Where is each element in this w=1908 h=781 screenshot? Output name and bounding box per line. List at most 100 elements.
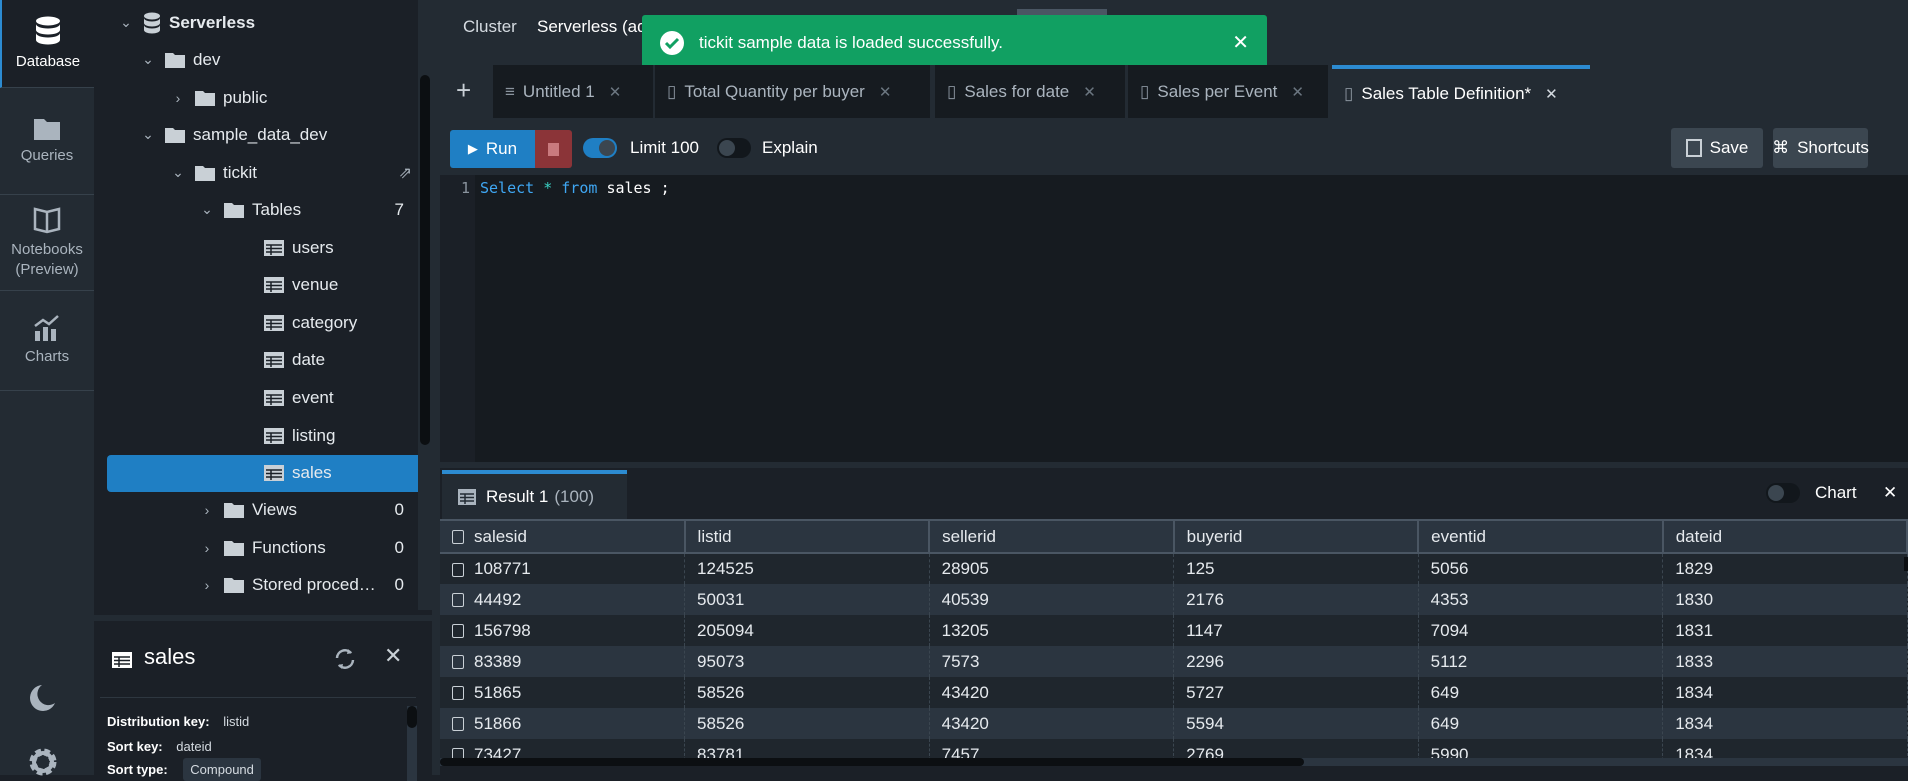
column-header[interactable]: eventid <box>1418 519 1664 554</box>
table-row[interactable]: 44492 50031 40539 2176 4353 1830 <box>440 584 1908 615</box>
sql-code[interactable]: Select * from sales ; <box>480 179 670 197</box>
save-button[interactable]: Save <box>1671 128 1763 168</box>
tree-item-tables-group[interactable]: ⌄ Tables 7 <box>94 191 424 228</box>
limit-toggle[interactable] <box>583 138 617 158</box>
tree-item-db-root[interactable]: ⌄ Serverless <box>94 4 424 41</box>
close-tab-icon[interactable]: ✕ <box>879 83 892 101</box>
row-checkbox[interactable] <box>452 593 464 608</box>
cell-value: 43420 <box>941 713 989 733</box>
chevron-down-icon[interactable]: ⌄ <box>139 51 157 68</box>
cell-value: 50031 <box>697 589 745 609</box>
column-label: sellerid <box>942 526 996 546</box>
shortcuts-button[interactable]: ⌘ Shortcuts <box>1772 128 1869 168</box>
close-tab-icon[interactable]: ✕ <box>1083 83 1096 101</box>
rail-notebooks[interactable]: Notebooks (Preview) <box>0 195 94 291</box>
row-checkbox[interactable] <box>452 655 464 670</box>
chevron-down-icon[interactable]: ⌄ <box>198 201 216 218</box>
column-header[interactable]: salesid <box>440 519 686 554</box>
table-row[interactable]: 73427 83781 7457 2769 5990 1834 <box>440 739 1908 760</box>
chevron-right-icon[interactable]: › <box>169 90 187 106</box>
table-row[interactable]: 83389 95073 7573 2296 5112 1833 <box>440 646 1908 677</box>
close-toast-icon[interactable]: ✕ <box>1232 30 1249 55</box>
tab-untitled-1[interactable]: ≡ Untitled 1 ✕ <box>493 65 653 118</box>
tab-label: Sales for date <box>964 81 1070 101</box>
tree-item-functions[interactable]: › Functions 0 <box>94 529 424 566</box>
stop-icon <box>548 142 559 156</box>
code-keyword: from <box>561 179 598 197</box>
result-tab[interactable]: Result 1 (100) <box>442 470 627 520</box>
tree-item-schema-public[interactable]: › public <box>94 79 424 116</box>
tree-item-listing[interactable]: listing <box>94 417 424 454</box>
chevron-down-icon[interactable]: ⌄ <box>117 14 135 31</box>
gear-icon[interactable] <box>26 745 60 779</box>
chart-toggle[interactable] <box>1766 483 1800 503</box>
table-row[interactable]: 156798 205094 13205 1147 7094 1831 <box>440 615 1908 646</box>
tree-item-users[interactable]: users <box>94 229 424 266</box>
close-tab-icon[interactable]: ✕ <box>1545 85 1558 103</box>
table-icon <box>264 352 284 369</box>
table-row[interactable]: 108771 124525 28905 125 5056 1829 <box>440 553 1908 584</box>
sql-editor[interactable] <box>440 175 1908 462</box>
tree-item-label: users <box>292 237 334 257</box>
row-checkbox[interactable] <box>452 717 464 732</box>
tree-item-schema-tickit[interactable]: ⌄ tickit ⇗ <box>94 154 424 191</box>
close-details-icon[interactable]: ✕ <box>384 643 402 669</box>
rail-database[interactable]: Database <box>0 0 94 88</box>
column-header[interactable]: listid <box>684 519 931 554</box>
chevron-down-icon[interactable]: ⌄ <box>169 164 187 181</box>
row-checkbox[interactable] <box>452 624 464 639</box>
tree-item-views[interactable]: › Views 0 <box>94 491 424 528</box>
refresh-icon[interactable] <box>334 648 356 670</box>
tree-item-db-sample-data-dev[interactable]: ⌄ sample_data_dev <box>94 116 424 153</box>
tree-item-procs[interactable]: › Stored proced… 0 <box>94 566 424 603</box>
folder-icon <box>195 90 215 106</box>
column-label: eventid <box>1431 526 1486 546</box>
tree-item-category[interactable]: category <box>94 304 424 341</box>
cell-value: 1831 <box>1675 620 1714 640</box>
folder-icon <box>224 577 244 593</box>
tab-sales-table-definition-[interactable]: ▯ Sales Table Definition* ✕ <box>1332 65 1590 118</box>
moon-icon[interactable] <box>30 684 56 712</box>
results-panel: Result 1 (100) Chart ✕ salesid listid selle… <box>440 462 1908 775</box>
cluster-selector[interactable]: Serverless (ad <box>537 17 647 37</box>
column-header[interactable]: dateid <box>1662 519 1908 554</box>
stop-button[interactable] <box>535 130 572 168</box>
table-row[interactable]: 51866 58526 43420 5594 649 1834 <box>440 708 1908 739</box>
tree-item-db-dev[interactable]: ⌄ dev <box>94 41 424 78</box>
tab-total-quantity-per-buyer[interactable]: ▯ Total Quantity per buyer ✕ <box>655 65 930 118</box>
cell-value: 5990 <box>1430 744 1469 760</box>
tree-item-event[interactable]: event <box>94 379 424 416</box>
panel-divider[interactable] <box>432 0 440 775</box>
table-icon <box>264 465 284 482</box>
chevron-right-icon[interactable]: › <box>198 577 216 593</box>
chevron-down-icon[interactable]: ⌄ <box>139 126 157 143</box>
explain-toggle[interactable] <box>717 138 751 158</box>
column-header[interactable]: buyerid <box>1173 519 1420 554</box>
tab-sales-per-event[interactable]: ▯ Sales per Event ✕ <box>1128 65 1328 118</box>
table-cell: 73427 <box>440 739 686 759</box>
select-all-checkbox[interactable] <box>452 530 464 545</box>
run-button[interactable]: ▶ Run <box>450 130 535 168</box>
results-horizontal-scrollbar[interactable] <box>440 758 1908 766</box>
tree-item-date[interactable]: date <box>94 342 424 379</box>
table-row[interactable]: 51865 58526 43420 5727 649 1834 <box>440 677 1908 708</box>
tree-item-sales[interactable]: sales <box>107 454 429 492</box>
success-toast: tickit sample data is loaded successfull… <box>642 15 1267 70</box>
chevron-right-icon[interactable]: › <box>198 502 216 518</box>
new-tab-button[interactable]: + <box>456 75 471 106</box>
cell-value: 1834 <box>1675 713 1714 733</box>
rail-charts[interactable]: Charts <box>0 291 94 391</box>
tree-item-venue[interactable]: venue <box>94 267 424 304</box>
row-checkbox[interactable] <box>452 686 464 701</box>
tab-sales-for-date[interactable]: ▯ Sales for date ✕ <box>935 65 1125 118</box>
column-header[interactable]: sellerid <box>929 519 1175 554</box>
external-link-icon[interactable]: ⇗ <box>399 163 412 183</box>
close-tab-icon[interactable]: ✕ <box>609 83 622 101</box>
chevron-right-icon[interactable]: › <box>198 540 216 556</box>
tree-scrollbar[interactable] <box>420 75 430 445</box>
row-checkbox[interactable] <box>452 562 464 577</box>
cell-value: 7457 <box>941 744 980 760</box>
rail-queries[interactable]: Queries <box>0 88 94 195</box>
close-tab-icon[interactable]: ✕ <box>1291 83 1304 101</box>
close-results-icon[interactable]: ✕ <box>1883 483 1897 503</box>
